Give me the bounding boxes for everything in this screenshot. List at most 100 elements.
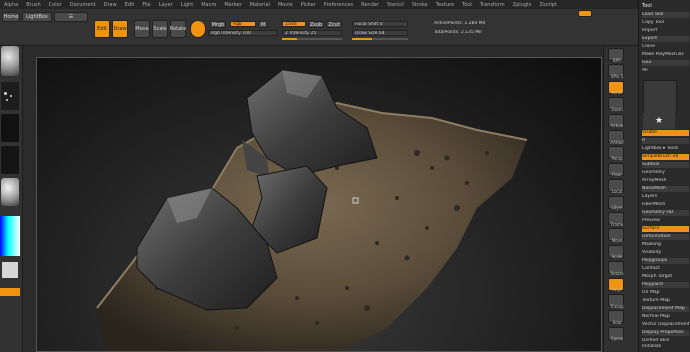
tool-menu-item[interactable]: Import — [642, 28, 689, 34]
menu-item[interactable]: Document — [66, 2, 100, 8]
edit-button[interactable]: Edit — [94, 20, 110, 38]
view-button-label: BPR — [613, 57, 621, 63]
menu-item[interactable]: Brush — [22, 2, 44, 8]
menu-item[interactable]: Render — [357, 2, 383, 8]
menu-item[interactable]: Edit — [121, 2, 139, 8]
tool-menu-item[interactable]: GoZ — [642, 60, 689, 66]
tool-menu-item[interactable]: Load Tool — [642, 12, 689, 18]
zsub-button[interactable]: Zsub — [308, 21, 324, 28]
tool-menu-item[interactable]: Geometry HD — [642, 210, 689, 216]
zcut-button[interactable]: Zcut — [326, 21, 342, 28]
view-button-label: Scroll — [611, 90, 623, 96]
menu-item[interactable]: Picker — [297, 2, 320, 8]
tool-menu-item[interactable]: R — [642, 138, 689, 144]
menu-item[interactable]: File — [138, 2, 154, 8]
menu-item[interactable]: Draw — [100, 2, 121, 8]
rgb-button[interactable]: Rgb — [230, 21, 256, 27]
menu-item[interactable]: Zplugin — [509, 2, 536, 8]
tool-menu-item[interactable]: Displacement Map — [642, 306, 689, 312]
tool-menu-item[interactable]: Normal Map — [642, 314, 689, 320]
tool-menu-item[interactable]: Texture Map — [642, 298, 689, 304]
menu-item[interactable]: Stencil — [383, 2, 408, 8]
home-button[interactable]: Home — [2, 12, 20, 22]
tool-menu-item[interactable]: Copy Tool — [642, 20, 689, 26]
material-preview-icon[interactable] — [1, 178, 19, 206]
zadd-button[interactable]: Zadd — [282, 21, 306, 27]
focal-shift-slider[interactable]: Focal Shift 0 — [352, 21, 408, 27]
current-tool-thumbnail[interactable] — [643, 80, 677, 114]
tool-menu-item[interactable]: FiberMesh — [642, 202, 689, 208]
tool-menu-item[interactable]: Vector Displacement Map — [642, 322, 689, 328]
menu-item[interactable]: Alpha — [0, 2, 22, 8]
rotate-button[interactable]: Rotate — [170, 20, 186, 38]
tool-menu-item[interactable]: Masking — [642, 242, 689, 248]
view-button-label: Move — [611, 238, 623, 243]
tool-menu-item[interactable]: Polypaint — [642, 282, 689, 288]
top-shelf: Home LightBox ☰ Edit Draw Move Scale Rot… — [0, 9, 690, 46]
menu-item[interactable]: Color — [45, 2, 66, 8]
tool-menu-item[interactable]: Visible — [642, 130, 689, 136]
rgb-intensity-slider[interactable]: Rgb Intensity 100 — [208, 30, 278, 36]
tool-menu-item[interactable]: Layers — [642, 194, 689, 200]
tool-menu-item[interactable]: Polygroups — [642, 258, 689, 264]
menu-item[interactable]: Macro — [197, 2, 220, 8]
tool-menu-item[interactable]: Export — [642, 36, 689, 42]
tool-menu-item[interactable]: Geometry — [642, 170, 689, 176]
draw-size-slider[interactable]: Draw Size 64 — [352, 30, 408, 36]
tool-menu-item[interactable]: Contact — [642, 266, 689, 272]
menu-lines-icon: ☰ — [68, 14, 74, 20]
tool-menu-item[interactable]: Make PolyMesh3D — [642, 52, 689, 58]
tool-menu-item[interactable]: SimpleBrush 48 — [642, 154, 689, 160]
texture-preview-icon[interactable] — [1, 146, 19, 174]
rock-model-render[interactable] — [37, 58, 602, 352]
tool-menu-item[interactable]: All — [642, 68, 689, 74]
draw-button[interactable]: Draw — [112, 20, 128, 38]
stroke-preview-icon[interactable] — [1, 82, 19, 110]
switch-color-button[interactable] — [0, 288, 20, 296]
total-points-readout: TotalPoints: 2.135 Mil — [432, 30, 488, 36]
menu-item[interactable]: Transform — [476, 2, 509, 8]
brush-preview-icon[interactable] — [1, 46, 19, 76]
draw-size-label: Draw Size 64 — [355, 31, 385, 36]
lightbox-button[interactable]: LightBox — [22, 12, 52, 22]
tool-menu-item[interactable]: Lightbox ▸ Tools — [642, 146, 689, 152]
mrgb-button[interactable]: Mrgb — [210, 21, 226, 28]
tool-menu-item[interactable]: UV Map — [642, 290, 689, 296]
tool-menu-item[interactable]: Subtool — [642, 162, 689, 168]
move-button[interactable]: Move — [134, 20, 150, 38]
menu-item[interactable]: Movie — [274, 2, 297, 8]
tool-menu-item[interactable]: ArrayMesh — [642, 178, 689, 184]
tool-menu-item[interactable]: Display Properties — [642, 330, 689, 336]
m-button[interactable]: M — [258, 21, 268, 28]
quicksave-button[interactable] — [578, 10, 592, 17]
menu-item[interactable]: Stroke — [408, 2, 432, 8]
z-intensity-slider[interactable]: Z Intensity 25 — [282, 30, 342, 36]
menu-item[interactable]: Material — [246, 2, 274, 8]
alpha-preview-icon[interactable] — [1, 114, 19, 142]
main-color-swatch[interactable] — [2, 262, 18, 278]
active-points-label: ActivePoints: 1.284 Mil — [434, 21, 486, 26]
view-button-label: LSym — [611, 205, 623, 211]
menu-item[interactable]: Preferences — [320, 2, 357, 8]
menu-item[interactable]: Texture — [432, 2, 458, 8]
tool-menu-item[interactable]: Clone — [642, 44, 689, 50]
material-sphere-icon[interactable] — [190, 20, 206, 38]
tool-menu-item[interactable]: Deformation — [642, 234, 689, 240]
tool-menu-item[interactable]: Morph Target — [642, 274, 689, 280]
scale-button[interactable]: Scale — [152, 20, 168, 38]
tool-menu-item[interactable]: Initialize — [642, 344, 689, 350]
menu-item[interactable]: Light — [177, 2, 197, 8]
canvas-viewport[interactable] — [36, 57, 602, 352]
shelf-button[interactable]: ☰ — [54, 12, 88, 22]
menu-item[interactable]: Tool — [458, 2, 476, 8]
menu-item[interactable]: Zscript — [536, 2, 561, 8]
tool-menu-item[interactable]: Preview — [642, 218, 689, 224]
tool-menu-item[interactable]: NanoMesh — [642, 186, 689, 192]
zadd-label: Zadd — [285, 22, 297, 27]
star-tool-icon[interactable]: ★ — [643, 113, 675, 129]
menu-item[interactable]: Layer — [155, 2, 177, 8]
tool-menu-item[interactable]: Visibility — [642, 250, 689, 256]
menu-item[interactable]: Marker — [220, 2, 245, 8]
color-picker-icon[interactable] — [0, 216, 20, 256]
tool-menu-item[interactable]: Surface — [642, 226, 689, 232]
